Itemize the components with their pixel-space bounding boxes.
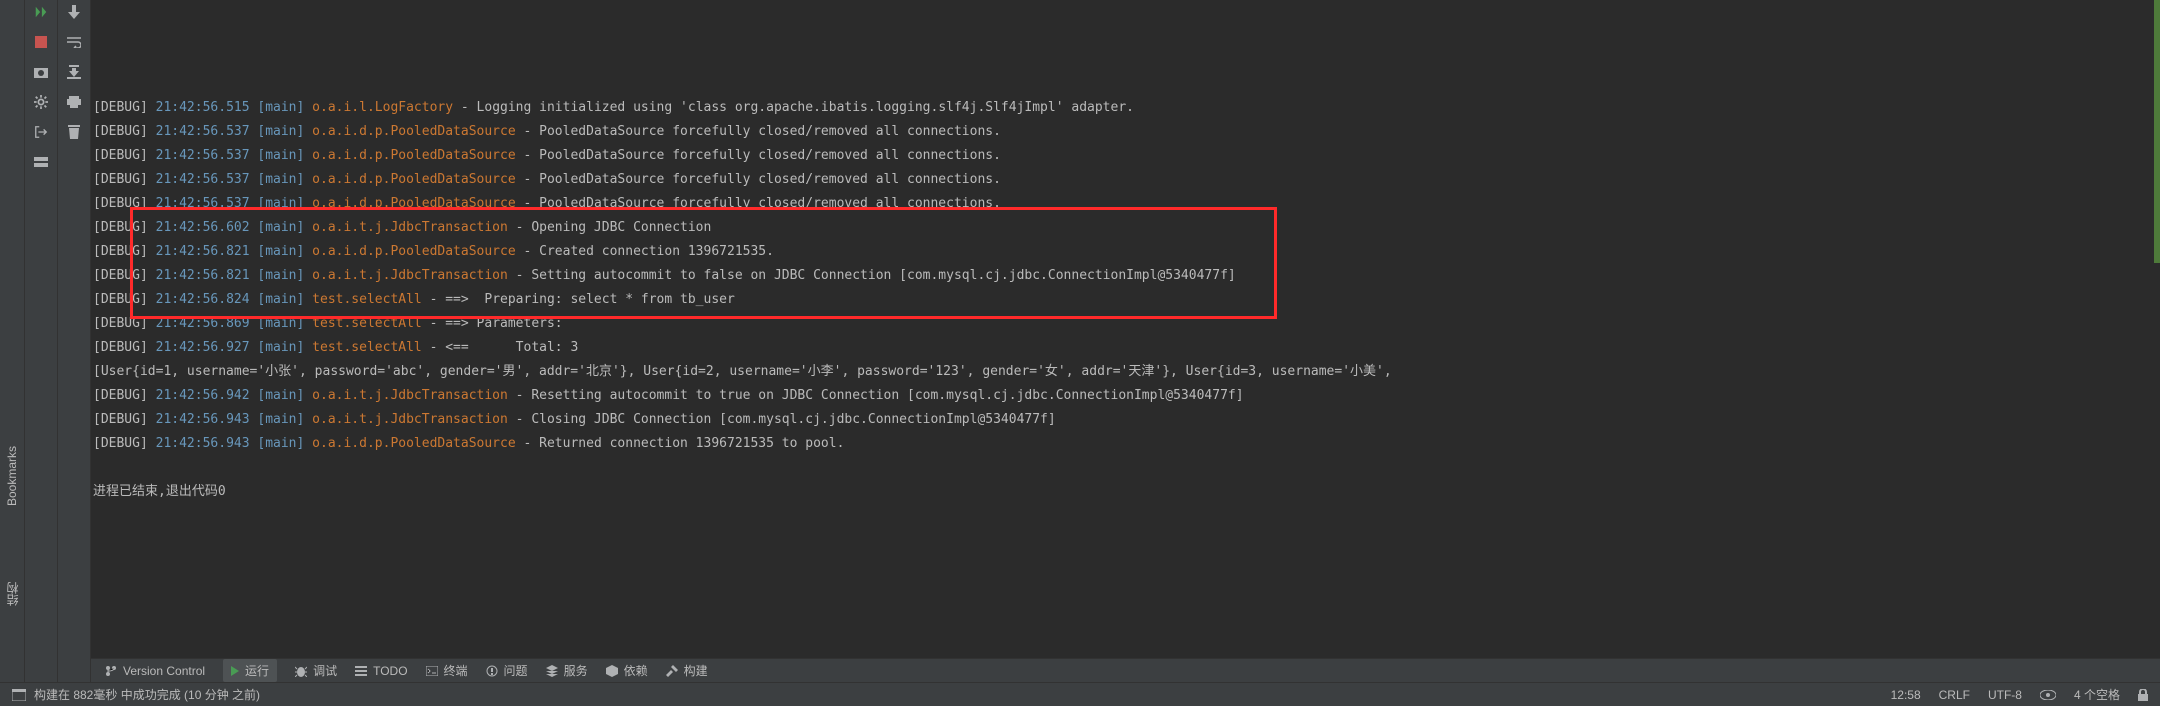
toolwindow-stripe-left[interactable]: Bookmarks 结构 [0, 0, 25, 706]
terminal-icon [426, 666, 438, 676]
todo-icon [355, 665, 367, 677]
log-line: [DEBUG] 21:42:56.821 [main] o.a.i.d.p.Po… [93, 240, 2152, 264]
tab-label: TODO [373, 664, 407, 678]
soft-wrap-icon[interactable] [66, 34, 82, 50]
structure-stripe[interactable]: 结构 [4, 582, 21, 606]
status-clock[interactable]: 12:58 [1891, 688, 1921, 702]
tab-label: 构建 [684, 662, 708, 679]
log-line: [DEBUG] 21:42:56.942 [main] o.a.i.t.j.Jd… [93, 384, 2152, 408]
tab-debug[interactable]: 调试 [295, 662, 337, 679]
dependencies-icon [606, 665, 618, 677]
log-line: [DEBUG] 21:42:56.927 [main] test.selectA… [93, 336, 2152, 360]
tab-dependencies[interactable]: 依赖 [606, 662, 648, 679]
bug-icon [295, 665, 307, 677]
tab-label: Version Control [123, 664, 205, 678]
status-indent[interactable]: 4 个空格 [2074, 686, 2120, 703]
log-line: [DEBUG] 21:42:56.537 [main] o.a.i.d.p.Po… [93, 144, 2152, 168]
status-right: 12:58 CRLF UTF-8 4 个空格 [1891, 686, 2148, 703]
main-panel: [DEBUG] 21:42:56.515 [main] o.a.i.l.LogF… [91, 0, 2160, 706]
error-stripe[interactable] [2154, 0, 2160, 658]
status-line-separator[interactable]: CRLF [1939, 688, 1970, 702]
tab-problems[interactable]: 问题 [486, 662, 528, 679]
log-line: [DEBUG] 21:42:56.602 [main] o.a.i.t.j.Jd… [93, 216, 2152, 240]
print-icon[interactable] [66, 94, 82, 110]
scroll-to-end-icon[interactable] [66, 64, 82, 80]
bottom-toolwindow-bar: Version Control 运行 调试 TODO 终端 问题 服务 依赖 [91, 658, 2160, 682]
services-icon [546, 665, 558, 677]
exit-line: 进程已结束,退出代码0 [93, 480, 2152, 504]
status-message: 构建在 882毫秒 中成功完成 (10 分钟 之前) [34, 686, 260, 703]
log-line: [DEBUG] 21:42:56.537 [main] o.a.i.d.p.Po… [93, 120, 2152, 144]
play-icon [231, 666, 239, 676]
log-line: [DEBUG] 21:42:56.824 [main] test.selectA… [93, 288, 2152, 312]
log-line: [DEBUG] 21:42:56.943 [main] o.a.i.d.p.Po… [93, 432, 2152, 456]
exit-icon[interactable] [33, 124, 49, 140]
run-toolbar-primary [25, 0, 58, 706]
branch-icon [105, 665, 117, 677]
status-encoding[interactable]: UTF-8 [1988, 688, 2022, 702]
tab-label: 终端 [444, 662, 468, 679]
hammer-icon [666, 665, 678, 677]
rerun-icon[interactable] [33, 4, 49, 20]
tab-todo[interactable]: TODO [355, 664, 407, 678]
tab-label: 依赖 [624, 662, 648, 679]
run-toolbar-secondary [58, 0, 91, 706]
status-left: 构建在 882毫秒 中成功完成 (10 分钟 之前) [12, 686, 260, 703]
tab-terminal[interactable]: 终端 [426, 662, 468, 679]
tab-version-control[interactable]: Version Control [105, 664, 205, 678]
log-line: [DEBUG] 21:42:56.869 [main] test.selectA… [93, 312, 2152, 336]
window-icon[interactable] [12, 689, 26, 701]
tab-label: 调试 [313, 662, 337, 679]
log-line: [DEBUG] 21:42:56.515 [main] o.a.i.l.LogF… [93, 96, 2152, 120]
log-line: [DEBUG] 21:42:56.537 [main] o.a.i.d.p.Po… [93, 192, 2152, 216]
tab-label: 问题 [504, 662, 528, 679]
lock-icon[interactable] [2138, 689, 2148, 701]
log-line: [DEBUG] 21:42:56.537 [main] o.a.i.d.p.Po… [93, 168, 2152, 192]
tab-run[interactable]: 运行 [223, 659, 277, 682]
arrow-down-icon[interactable] [66, 4, 82, 20]
settings-icon[interactable] [33, 94, 49, 110]
tab-label: 服务 [564, 662, 588, 679]
trash-icon[interactable] [66, 124, 82, 140]
warning-icon [486, 665, 498, 677]
log-line: [DEBUG] 21:42:56.943 [main] o.a.i.t.j.Jd… [93, 408, 2152, 432]
eye-icon[interactable] [2040, 690, 2056, 700]
camera-icon[interactable] [33, 64, 49, 80]
tab-build[interactable]: 构建 [666, 662, 708, 679]
console-output[interactable]: [DEBUG] 21:42:56.515 [main] o.a.i.l.LogF… [91, 0, 2160, 658]
log-line: [DEBUG] 21:42:56.821 [main] o.a.i.t.j.Jd… [93, 264, 2152, 288]
tab-services[interactable]: 服务 [546, 662, 588, 679]
stop-icon[interactable] [33, 34, 49, 50]
log-line: [User{id=1, username='小张', password='abc… [93, 360, 2152, 384]
tab-label: 运行 [245, 662, 269, 679]
status-bar: 构建在 882毫秒 中成功完成 (10 分钟 之前) 12:58 CRLF UT… [0, 682, 2160, 706]
layout-icon[interactable] [33, 154, 49, 170]
bookmarks-stripe[interactable]: Bookmarks [5, 446, 19, 506]
